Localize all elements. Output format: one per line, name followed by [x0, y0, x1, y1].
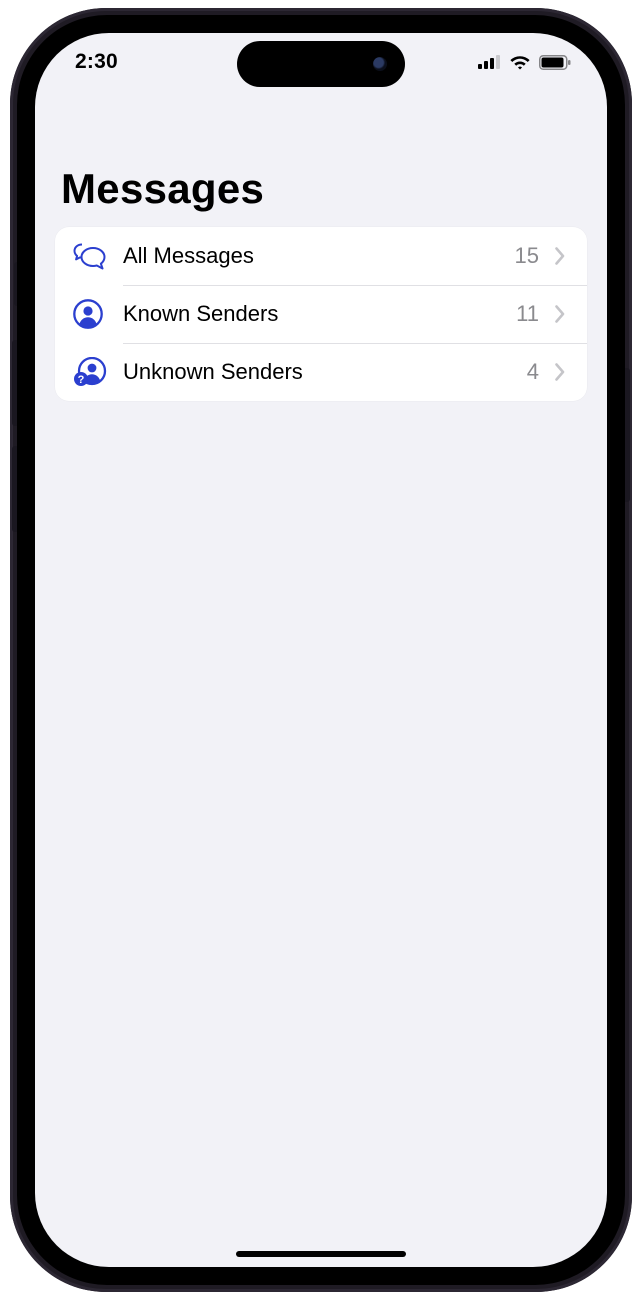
filters-list: All Messages 15 [55, 227, 587, 401]
person-circle-icon [73, 299, 111, 329]
filter-count: 4 [527, 359, 539, 385]
filter-row-unknown-senders[interactable]: ? Unknown Senders 4 [55, 343, 587, 401]
filter-row-all-messages[interactable]: All Messages 15 [55, 227, 587, 285]
filter-count: 11 [516, 301, 539, 327]
chevron-right-icon [549, 305, 571, 323]
status-time: 2:30 [75, 50, 118, 74]
filter-label: Known Senders [123, 301, 516, 327]
page-title: Messages [55, 165, 587, 213]
chevron-right-icon [549, 247, 571, 265]
svg-text:?: ? [78, 374, 85, 386]
home-indicator[interactable] [236, 1251, 406, 1257]
messages-bubble-icon [73, 241, 111, 271]
battery-icon [539, 55, 571, 70]
status-indicators [478, 54, 571, 70]
filter-row-known-senders[interactable]: Known Senders 11 [55, 285, 587, 343]
filter-label: Unknown Senders [123, 359, 527, 385]
filter-count: 15 [515, 243, 539, 269]
phone-bezel: 2:30 [17, 15, 625, 1285]
status-bar: 2:30 [35, 33, 607, 91]
chevron-right-icon [549, 363, 571, 381]
wifi-icon [509, 54, 531, 70]
screen: 2:30 [35, 33, 607, 1267]
phone-frame: 2:30 [10, 8, 632, 1292]
cellular-icon [478, 55, 501, 69]
person-question-icon: ? [73, 357, 111, 387]
filter-label: All Messages [123, 243, 515, 269]
